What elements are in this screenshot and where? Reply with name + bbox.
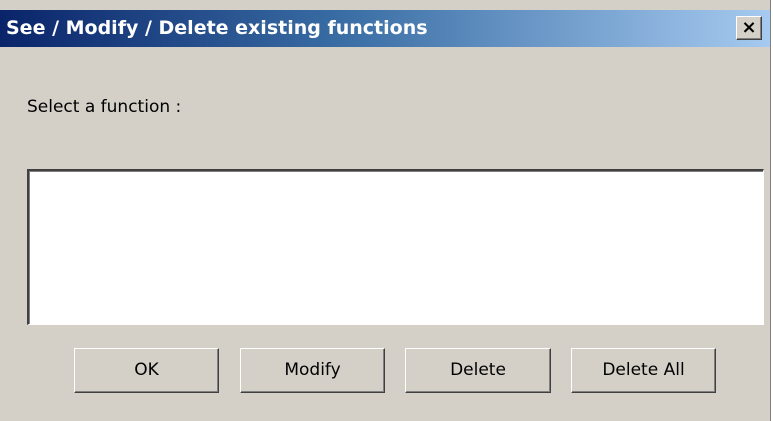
dialog-window: See / Modify / Delete existing functions… (0, 0, 771, 421)
close-button[interactable]: × (736, 16, 762, 40)
modify-button[interactable]: Modify (240, 348, 385, 393)
delete-all-button[interactable]: Delete All (571, 348, 716, 393)
select-function-label: Select a function : (27, 97, 182, 117)
delete-button[interactable]: Delete (405, 348, 551, 393)
window-title: See / Modify / Delete existing functions (6, 17, 428, 39)
function-listbox[interactable] (27, 169, 764, 325)
close-icon: × (741, 17, 757, 38)
ok-button[interactable]: OK (74, 348, 219, 393)
title-bar[interactable]: See / Modify / Delete existing functions… (0, 10, 770, 47)
